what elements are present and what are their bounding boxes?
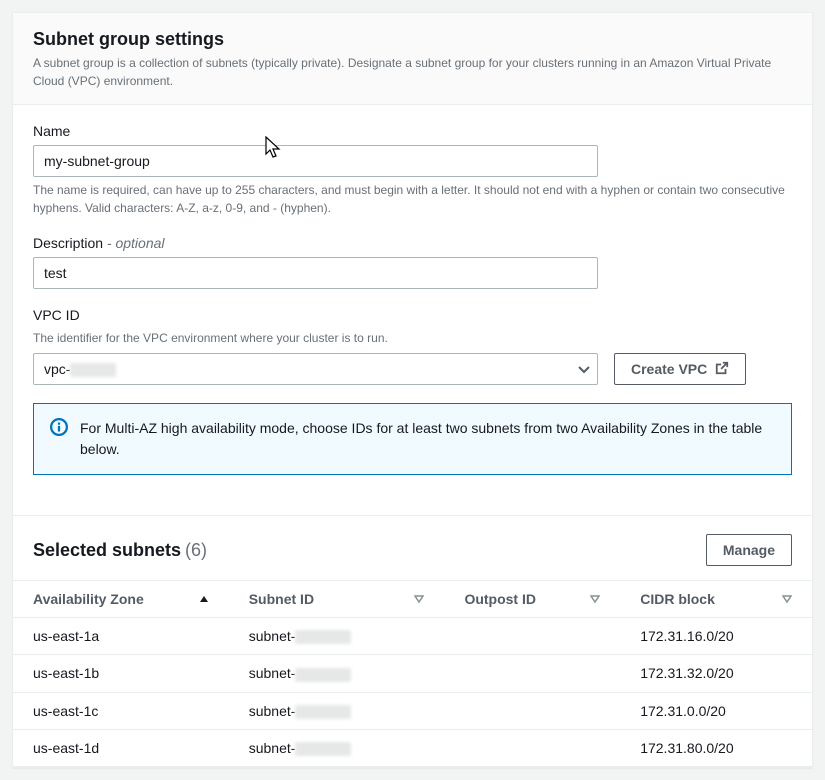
subnets-table: Availability Zone Subnet ID Outpost ID (13, 580, 812, 767)
cell-outpost (444, 692, 620, 729)
manage-label: Manage (723, 542, 775, 558)
redacted-text (295, 630, 351, 644)
vpc-label: VPC ID (33, 307, 792, 323)
col-subnet-id[interactable]: Subnet ID (229, 581, 445, 618)
sort-icon (414, 591, 424, 607)
panel-body: Name The name is required, can have up t… (13, 105, 812, 495)
cell-az: us-east-1b (13, 655, 229, 692)
cell-outpost (444, 655, 620, 692)
name-help: The name is required, can have up to 255… (33, 181, 792, 217)
cell-cidr: 172.31.16.0/20 (620, 618, 812, 655)
cell-az: us-east-1c (13, 692, 229, 729)
cell-outpost (444, 618, 620, 655)
subnet-group-panel: Subnet group settings A subnet group is … (12, 12, 813, 768)
manage-button[interactable]: Manage (706, 534, 792, 566)
subnets-count: (6) (185, 540, 207, 560)
cell-subnet-id: subnet- (229, 655, 445, 692)
col-cidr[interactable]: CIDR block (620, 581, 812, 618)
description-group: Description - optional (33, 235, 792, 289)
col-az[interactable]: Availability Zone (13, 581, 229, 618)
redacted-text (295, 668, 351, 682)
table-row[interactable]: us-east-1d subnet- 172.31.80.0/20 (13, 729, 812, 766)
panel-header: Subnet group settings A subnet group is … (13, 13, 812, 105)
description-label-text: Description (33, 235, 103, 251)
table-row[interactable]: us-east-1b subnet- 172.31.32.0/20 (13, 655, 812, 692)
cell-az: us-east-1d (13, 729, 229, 766)
vpc-help: The identifier for the VPC environment w… (33, 329, 792, 347)
sort-icon (590, 591, 600, 607)
subnets-panel: Selected subnets (6) Manage Availability… (13, 515, 812, 767)
create-vpc-button[interactable]: Create VPC (614, 353, 746, 385)
name-group: Name The name is required, can have up t… (33, 123, 792, 217)
info-text: For Multi-AZ high availability mode, cho… (80, 418, 775, 460)
cell-cidr: 172.31.0.0/20 (620, 692, 812, 729)
col-outpost-id[interactable]: Outpost ID (444, 581, 620, 618)
description-input[interactable] (33, 257, 598, 289)
description-optional: - optional (103, 235, 164, 251)
redacted-text (295, 705, 351, 719)
subnets-title: Selected subnets (33, 540, 181, 560)
external-link-icon (715, 361, 729, 378)
create-vpc-label: Create VPC (631, 361, 707, 377)
cell-cidr: 172.31.32.0/20 (620, 655, 812, 692)
vpc-group: VPC ID The identifier for the VPC enviro… (33, 307, 792, 385)
description-label: Description - optional (33, 235, 792, 251)
table-row[interactable]: us-east-1a subnet- 172.31.16.0/20 (13, 618, 812, 655)
cell-cidr: 172.31.80.0/20 (620, 729, 812, 766)
redacted-text (70, 363, 116, 377)
cell-az: us-east-1a (13, 618, 229, 655)
sort-asc-icon (199, 591, 209, 607)
table-row[interactable]: us-east-1c subnet- 172.31.0.0/20 (13, 692, 812, 729)
sort-icon (782, 591, 792, 607)
panel-title: Subnet group settings (33, 29, 792, 50)
redacted-text (295, 742, 351, 756)
vpc-select[interactable]: vpc- (33, 353, 598, 385)
name-input[interactable] (33, 145, 598, 177)
cell-outpost (444, 729, 620, 766)
cell-subnet-id: subnet- (229, 692, 445, 729)
info-icon (50, 418, 68, 439)
cell-subnet-id: subnet- (229, 729, 445, 766)
cell-subnet-id: subnet- (229, 618, 445, 655)
vpc-selected-value: vpc- (44, 361, 116, 377)
name-label: Name (33, 123, 792, 139)
panel-description: A subnet group is a collection of subnet… (33, 54, 792, 90)
info-box: For Multi-AZ high availability mode, cho… (33, 403, 792, 475)
